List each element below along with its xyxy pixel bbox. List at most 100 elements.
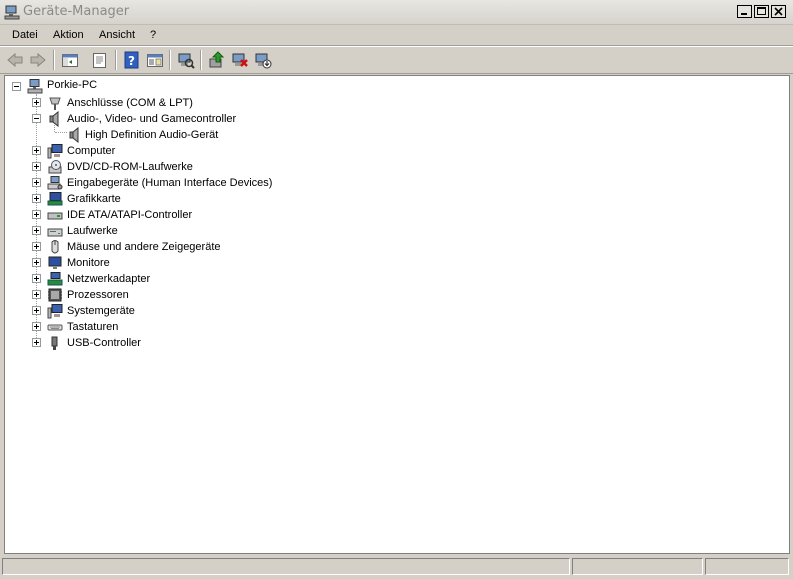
- mouse-icon: [47, 239, 63, 255]
- update-driver-icon[interactable]: [208, 51, 226, 69]
- toolbar-separator: [169, 50, 171, 70]
- cd-drive-icon: [47, 159, 63, 175]
- speaker-icon: [67, 126, 83, 144]
- status-pane-main: [2, 558, 570, 575]
- tree-category-row[interactable]: DVD/CD-ROM-Laufwerke: [5, 159, 785, 175]
- toolbar-separator: [53, 50, 55, 70]
- status-pane-2: [572, 558, 703, 575]
- tree-category-row[interactable]: Mäuse und andere Zeigegeräte: [5, 239, 785, 255]
- tree-category-label[interactable]: Computer: [67, 143, 115, 159]
- ide-controller-icon: [47, 207, 63, 223]
- toolbar-separator: [200, 50, 202, 70]
- expand-button[interactable]: [32, 146, 41, 155]
- expand-button[interactable]: [32, 322, 41, 331]
- disable-device-icon[interactable]: [254, 51, 272, 69]
- toolbar: ?: [0, 47, 793, 73]
- tree-category-row[interactable]: Systemgeräte: [5, 303, 785, 319]
- tree-category-label[interactable]: USB-Controller: [67, 335, 141, 351]
- collapse-button[interactable]: [32, 114, 41, 123]
- computer-icon: [47, 143, 63, 159]
- monitor-icon: [47, 255, 63, 271]
- minimize-icon: [741, 13, 747, 15]
- tree-category-label[interactable]: DVD/CD-ROM-Laufwerke: [67, 159, 193, 175]
- expand-button[interactable]: [32, 226, 41, 235]
- expand-button[interactable]: [32, 210, 41, 219]
- maximize-button[interactable]: [754, 5, 769, 18]
- tree-category-row[interactable]: Eingabegeräte (Human Interface Devices): [5, 175, 785, 191]
- tree-category-label[interactable]: Anschlüsse (COM & LPT): [67, 95, 193, 111]
- system-devices-icon: [47, 303, 63, 319]
- tree-category-row[interactable]: Prozessoren: [5, 287, 785, 303]
- device-tree[interactable]: Porkie-PC Anschlüsse (COM & LPT) Audio-, …: [4, 75, 790, 554]
- uninstall-icon[interactable]: [231, 51, 249, 69]
- collapse-root-button[interactable]: [12, 82, 21, 91]
- menu-bar: Datei Aktion Ansicht ?: [0, 25, 793, 46]
- tree-category-label[interactable]: Eingabegeräte (Human Interface Devices): [67, 175, 272, 191]
- tree-category-label[interactable]: Prozessoren: [67, 287, 129, 303]
- expand-button[interactable]: [32, 274, 41, 283]
- tree-category-label[interactable]: IDE ATA/ATAPI-Controller: [67, 207, 192, 223]
- maximize-icon: [757, 7, 766, 15]
- tree-category-label[interactable]: Netzwerkadapter: [67, 271, 150, 287]
- status-pane-3: [705, 558, 789, 575]
- menu-help[interactable]: ?: [150, 29, 156, 41]
- network-adapter-icon: [47, 271, 63, 287]
- tree-category-label[interactable]: Audio-, Video- und Gamecontroller: [67, 111, 236, 127]
- expand-button[interactable]: [32, 98, 41, 107]
- usb-icon: [47, 335, 63, 351]
- display-adapter-icon: [47, 191, 63, 207]
- disk-drive-icon: [47, 223, 63, 239]
- port-icon: [47, 95, 63, 111]
- expand-button[interactable]: [32, 338, 41, 347]
- tree-category-row[interactable]: Laufwerke: [5, 223, 785, 239]
- title-bar: Geräte-Manager: [0, 0, 793, 25]
- tree-category-row[interactable]: IDE ATA/ATAPI-Controller: [5, 207, 785, 223]
- tree-category-label[interactable]: Mäuse und andere Zeigegeräte: [67, 239, 221, 255]
- tree-category-label[interactable]: Systemgeräte: [67, 303, 135, 319]
- menu-file[interactable]: Datei: [12, 29, 38, 41]
- device-manager-icon: [4, 4, 20, 20]
- expand-button[interactable]: [32, 162, 41, 171]
- expand-button[interactable]: [32, 258, 41, 267]
- computer-network-icon: [27, 78, 43, 94]
- toolbar-separator-line: [0, 73, 793, 74]
- close-button[interactable]: [771, 5, 786, 18]
- tree-category-label[interactable]: Monitore: [67, 255, 110, 271]
- tree-category-row[interactable]: Netzwerkadapter: [5, 271, 785, 287]
- show-hide-console-tree-icon[interactable]: [61, 51, 79, 69]
- help-icon[interactable]: ?: [123, 51, 141, 69]
- tree-category-row[interactable]: Anschlüsse (COM & LPT): [5, 95, 785, 111]
- tree-device-label[interactable]: High Definition Audio-Gerät: [85, 127, 218, 143]
- back-arrow-icon[interactable]: [6, 51, 24, 69]
- tree-category-row[interactable]: Tastaturen: [5, 319, 785, 335]
- hid-icon: [47, 175, 63, 191]
- tree-category-label[interactable]: Laufwerke: [67, 223, 118, 239]
- tree-category-row[interactable]: Computer: [5, 143, 785, 159]
- tree-category-row[interactable]: Monitore: [5, 255, 785, 271]
- expand-button[interactable]: [32, 290, 41, 299]
- expand-button[interactable]: [32, 194, 41, 203]
- tree-category-row[interactable]: USB-Controller: [5, 335, 785, 351]
- status-bar: [0, 556, 793, 579]
- minimize-button[interactable]: [737, 5, 752, 18]
- expand-button[interactable]: [32, 306, 41, 315]
- tree-device-row[interactable]: High Definition Audio-Gerät: [5, 126, 785, 144]
- menu-view[interactable]: Ansicht: [99, 29, 135, 41]
- tree-category-label[interactable]: Grafikkarte: [67, 191, 121, 207]
- tree-category-row[interactable]: Audio-, Video- und Gamecontroller: [5, 110, 785, 128]
- tree-root-label[interactable]: Porkie-PC: [47, 79, 97, 91]
- menu-action[interactable]: Aktion: [53, 29, 84, 41]
- close-icon: [774, 7, 783, 16]
- window-title: Geräte-Manager: [23, 4, 130, 19]
- tree-category-row[interactable]: Grafikkarte: [5, 191, 785, 207]
- tree-category-label[interactable]: Tastaturen: [67, 319, 118, 335]
- scan-hardware-icon[interactable]: [177, 51, 195, 69]
- keyboard-icon: [47, 319, 63, 335]
- svg-text:?: ?: [128, 54, 135, 68]
- expand-button[interactable]: [32, 178, 41, 187]
- processor-icon: [47, 287, 63, 303]
- forward-arrow-icon[interactable]: [29, 51, 47, 69]
- properties-icon[interactable]: [91, 51, 109, 69]
- details-view-icon[interactable]: [146, 51, 164, 69]
- expand-button[interactable]: [32, 242, 41, 251]
